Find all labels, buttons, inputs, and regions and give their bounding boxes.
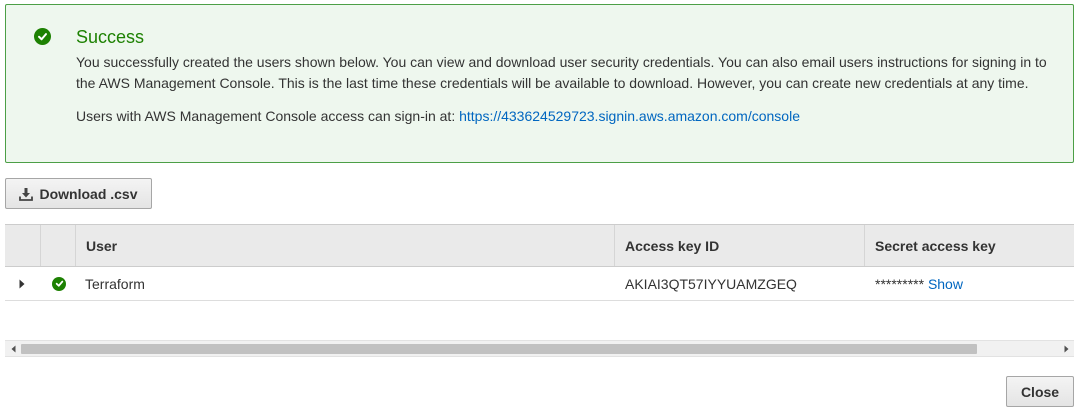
cell-user: Terraform xyxy=(85,275,145,292)
scroll-right-arrow-icon[interactable] xyxy=(1059,341,1073,356)
status-column-header xyxy=(41,225,76,266)
table-header: User Access key ID Secret access key xyxy=(5,224,1074,267)
caret-right-icon xyxy=(19,279,25,289)
horizontal-scrollbar[interactable] xyxy=(5,340,1074,357)
close-button[interactable]: Close xyxy=(1006,376,1074,407)
signin-prefix: Users with AWS Management Console access… xyxy=(76,108,460,124)
alert-title: Success xyxy=(76,27,145,47)
check-circle-icon xyxy=(52,276,66,291)
success-alert: Success You successfully created the use… xyxy=(5,4,1074,163)
signin-line: Users with AWS Management Console access… xyxy=(76,106,800,127)
secret-masked-value: ********* xyxy=(875,275,925,292)
scrollbar-thumb[interactable] xyxy=(21,344,977,354)
column-header-secret-access-key[interactable]: Secret access key xyxy=(865,225,1074,266)
check-circle-icon xyxy=(34,28,51,45)
console-signin-link[interactable]: https://433624529723.signin.aws.amazon.c… xyxy=(459,108,800,124)
download-csv-button[interactable]: Download .csv xyxy=(5,178,152,209)
download-csv-label: Download .csv xyxy=(39,185,138,202)
column-header-access-key-id[interactable]: Access key ID xyxy=(615,225,865,266)
table-row: Terraform AKIAI3QT57IYYUAMZGEQ *********… xyxy=(5,267,1074,301)
expand-column-header xyxy=(5,225,41,266)
row-status xyxy=(52,267,66,300)
cell-access-key-id: AKIAI3QT57IYYUAMZGEQ xyxy=(625,275,797,292)
download-icon xyxy=(19,187,34,201)
scroll-left-arrow-icon[interactable] xyxy=(6,341,20,356)
credentials-table: User Access key ID Secret access key Ter… xyxy=(5,224,1074,301)
show-secret-link[interactable]: Show xyxy=(928,276,963,292)
cell-secret-access-key: ********* Show xyxy=(875,267,1074,300)
alert-message: You successfully created the users shown… xyxy=(76,54,1047,91)
column-header-user[interactable]: User xyxy=(76,225,615,266)
expand-row-caret[interactable] xyxy=(19,267,31,300)
